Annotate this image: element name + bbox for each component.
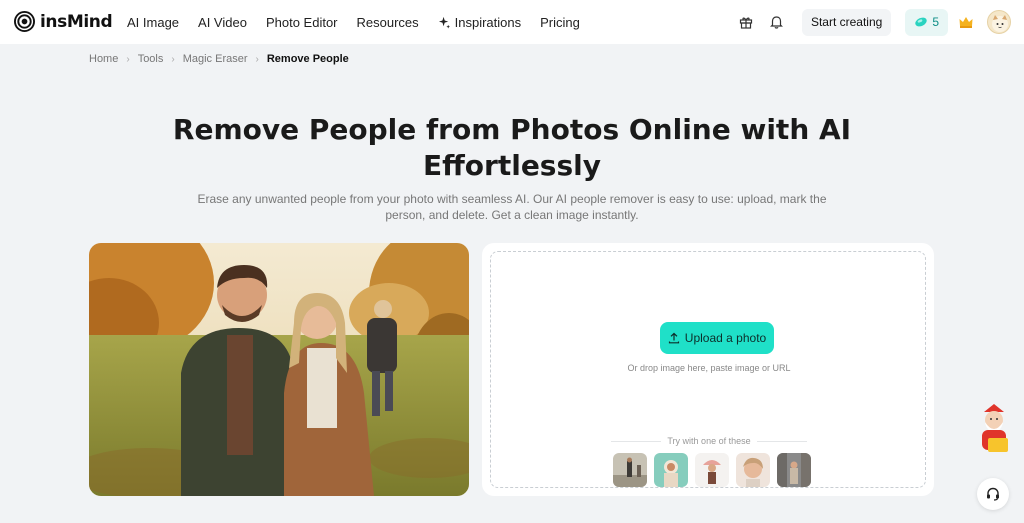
gift-icon[interactable] [738, 14, 754, 30]
upload-photo-label: Upload a photo [684, 331, 767, 345]
start-creating-button[interactable]: Start creating [801, 8, 892, 36]
crown-icon[interactable] [958, 14, 974, 30]
breadcrumb-current: Remove People [266, 53, 349, 65]
top-navigation: insMind AI Image AI Video Photo Editor R… [0, 0, 1024, 44]
upload-hint: Or drop image here, paste image or URL [627, 363, 791, 373]
gem-icon [915, 17, 928, 27]
upload-icon [668, 332, 679, 344]
credits-badge[interactable]: 5 [905, 8, 948, 36]
upload-photo-button[interactable]: Upload a photo [660, 322, 774, 354]
sample-image-5[interactable] [777, 453, 811, 487]
drop-zone[interactable]: Upload a photo Or drop image here, paste… [490, 251, 926, 488]
try-samples-label: Try with one of these [611, 436, 807, 446]
divider [611, 440, 662, 442]
header-actions: Start creating 5 [738, 0, 1024, 44]
sparkle-icon [438, 16, 450, 29]
chevron-right-icon: › [255, 53, 259, 65]
bell-icon[interactable] [769, 14, 785, 30]
brand-logo[interactable]: insMind [14, 11, 113, 32]
headset-icon [987, 487, 999, 501]
nav-ai-image[interactable]: AI Image [127, 15, 179, 30]
chevron-right-icon: › [126, 53, 130, 65]
credits-count: 5 [932, 15, 939, 29]
user-avatar[interactable] [987, 10, 1011, 34]
nav-inspirations-label: Inspirations [454, 14, 522, 30]
sample-image-3[interactable] [695, 453, 729, 487]
logo-spiral-icon [14, 11, 35, 32]
nav-inspirations[interactable]: Inspirations [438, 15, 521, 30]
nav-photo-editor[interactable]: Photo Editor [266, 15, 338, 30]
try-samples-text: Try with one of these [667, 436, 751, 446]
chevron-right-icon: › [171, 53, 175, 65]
sample-image-4[interactable] [736, 453, 770, 487]
nav-pricing[interactable]: Pricing [540, 15, 580, 30]
breadcrumb-tools[interactable]: Tools [138, 53, 164, 65]
breadcrumb-magic-eraser[interactable]: Magic Eraser [183, 53, 248, 65]
breadcrumb-home[interactable]: Home [89, 53, 118, 65]
page-title: Remove People from Photos Online with AI… [172, 113, 852, 182]
nav-ai-video[interactable]: AI Video [198, 15, 247, 30]
sample-image-1[interactable] [613, 453, 647, 487]
support-button[interactable] [977, 478, 1009, 510]
promo-mascot[interactable] [974, 404, 1014, 462]
sample-image-2[interactable] [654, 453, 688, 487]
upload-card: Upload a photo Or drop image here, paste… [482, 243, 934, 496]
page-subtitle: Erase any unwanted people from your phot… [197, 192, 827, 222]
main-nav: AI Image AI Video Photo Editor Resources… [127, 0, 580, 44]
brand-name: insMind [40, 11, 113, 32]
divider [756, 440, 807, 442]
nav-resources[interactable]: Resources [357, 15, 419, 30]
breadcrumb: Home › Tools › Magic Eraser › Remove Peo… [89, 53, 349, 65]
example-photo [89, 243, 469, 496]
sample-images [613, 453, 811, 487]
